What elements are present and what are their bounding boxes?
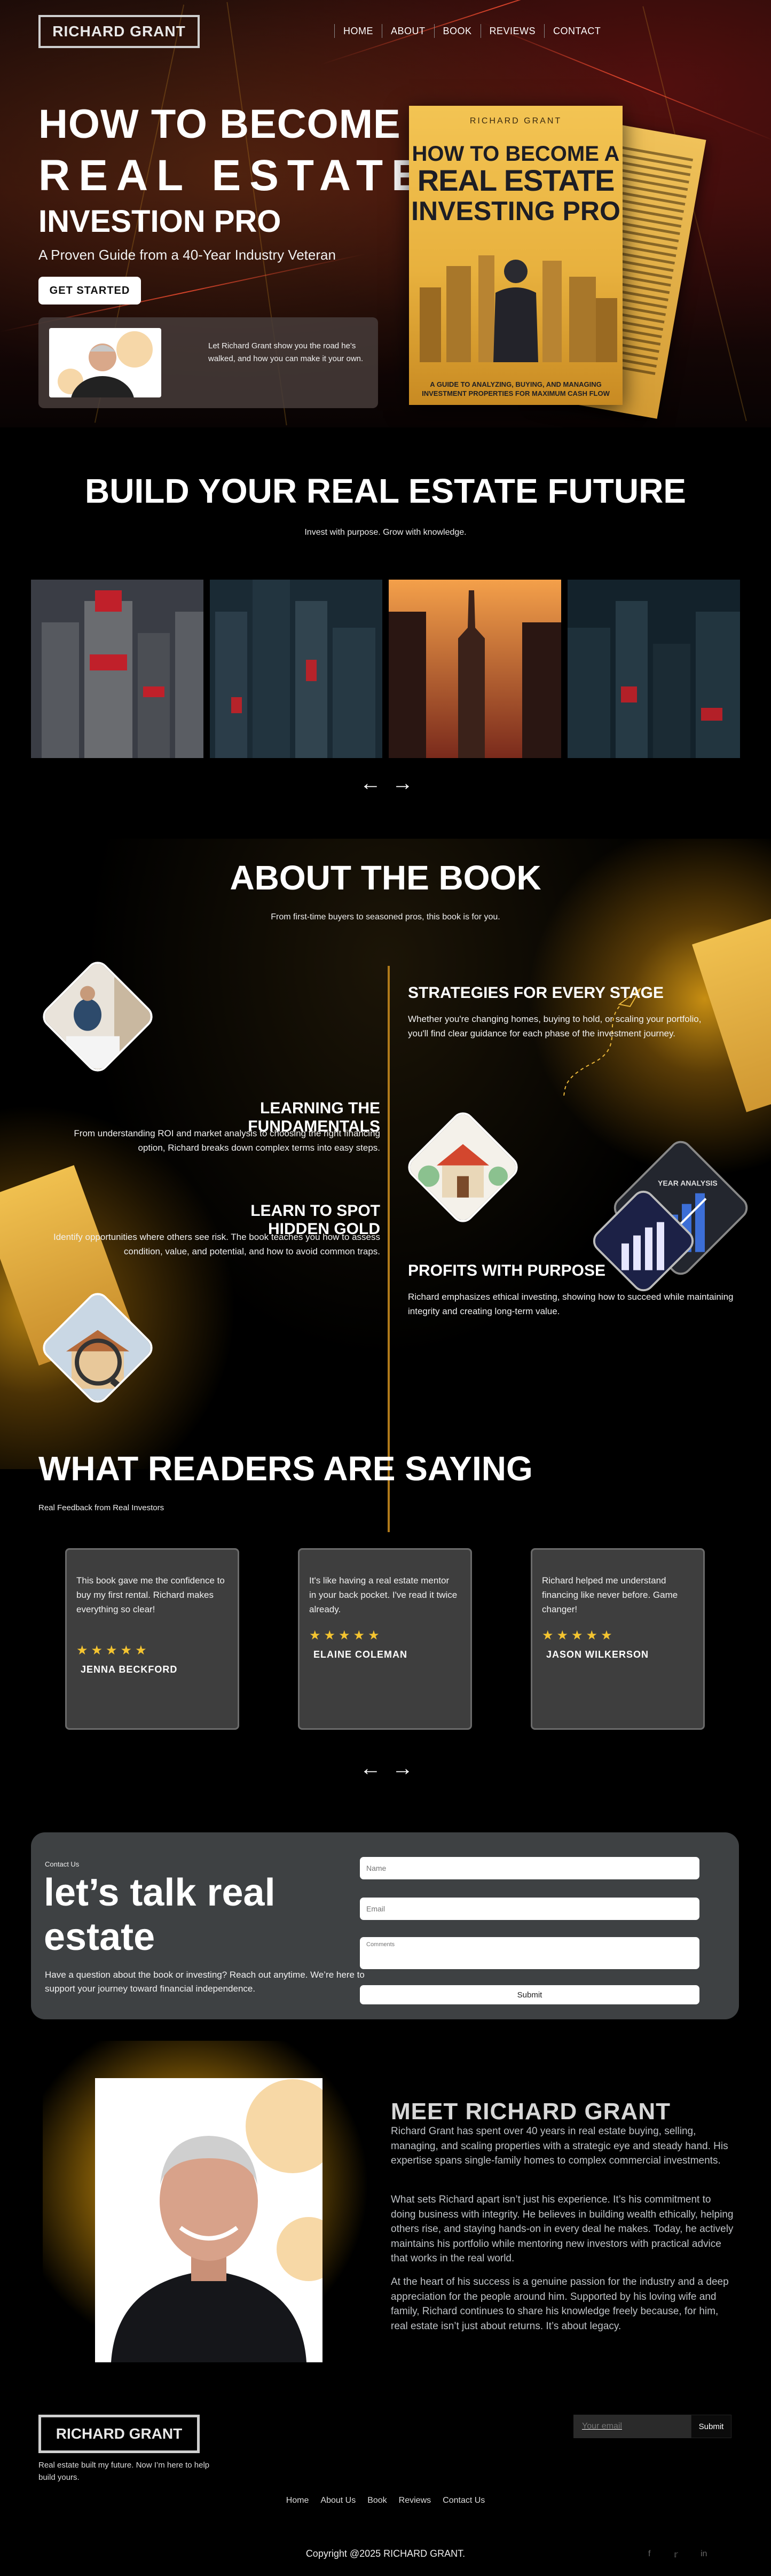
gallery-next-arrow-icon[interactable]: → [392, 772, 413, 794]
author-intro-card: Let Richard Grant show you the road he's… [38, 317, 378, 408]
copyright-text: Copyright @2025 RICHARD GRANT. [305, 2548, 466, 2559]
book-title-line3: INVESTING PRO [411, 196, 620, 226]
name-field[interactable] [360, 1857, 699, 1879]
author-card-text: Let Richard Grant show you the road he's… [208, 341, 364, 363]
book-author: RICHARD GRANT [469, 116, 562, 126]
footer-link-reviews[interactable]: Reviews [399, 2496, 431, 2505]
footer-link-home[interactable]: Home [286, 2496, 309, 2505]
about-divider-line [388, 966, 390, 1532]
star-rating-icon: ★★★★★ [309, 1628, 383, 1643]
nav-contact[interactable]: CONTACT [545, 26, 609, 37]
review-author: JASON WILKERSON [546, 1649, 649, 1660]
star-rating-icon: ★★★★★ [76, 1643, 150, 1658]
contact-eyebrow: Contact Us [45, 1860, 80, 1868]
nav-reviews[interactable]: REVIEWS [481, 26, 545, 37]
feature-title-profits: PROFITS WITH PURPOSE [408, 1262, 606, 1279]
nav-home[interactable]: HOME [335, 26, 382, 37]
nav-book[interactable]: BOOK [435, 26, 481, 37]
contact-description: Have a question about the book or invest… [45, 1970, 365, 1994]
meet-title: MEET RICHARD GRANT [391, 2098, 671, 2125]
contact-heading-line1: let’s talk real [44, 1871, 276, 1914]
richard-grant-portrait [95, 2078, 322, 2362]
footer-tagline: Real estate built my future. Now I’m her… [38, 2461, 210, 2482]
newsletter-email-input[interactable] [573, 2415, 691, 2438]
main-nav: HOME ABOUT BOOK REVIEWS CONTACT [334, 24, 609, 38]
get-started-button[interactable]: GET STARTED [38, 277, 141, 305]
book-title-line2: REAL ESTATE [417, 163, 615, 197]
star-rating-icon: ★★★★★ [542, 1628, 616, 1643]
email-field[interactable] [360, 1898, 699, 1920]
review-quote: It's like having a real estate mentor in… [309, 1575, 458, 1615]
review-author: ELAINE COLEMAN [313, 1649, 407, 1660]
review-author: JENNA BECKFORD [81, 1664, 178, 1675]
gallery-image [31, 580, 203, 758]
feature-text-profits: Richard emphasizes ethical investing, sh… [408, 1292, 734, 1317]
about-subtitle: From first-time buyers to seasoned pros,… [271, 912, 500, 922]
nav-about[interactable]: ABOUT [382, 26, 434, 37]
gallery-image [389, 580, 561, 758]
author-thumbnail [49, 328, 161, 397]
gallery-image [210, 580, 382, 758]
build-title: BUILD YOUR REAL ESTATE FUTURE [85, 472, 686, 510]
reviews-title: WHAT READERS ARE SAYING [38, 1449, 533, 1488]
feature-title-strategies: STRATEGIES FOR EVERY STAGE [408, 984, 664, 1002]
hero-subtitle: A Proven Guide from a 40-Year Industry V… [38, 247, 336, 263]
review-card: It's like having a real estate mentor in… [298, 1548, 472, 1730]
review-card: Richard helped me understand financing l… [531, 1548, 705, 1730]
book-title-line1: HOW TO BECOME A [412, 142, 620, 166]
footer-links: Home About Us Book Reviews Contact Us [0, 2496, 771, 2505]
twitter-icon[interactable]: 𝕣 [674, 2549, 678, 2560]
gallery-image [568, 580, 740, 758]
gallery-prev-arrow-icon[interactable]: ← [360, 772, 381, 794]
hero-title-line3: INVESTION PRO [38, 204, 281, 239]
meet-paragraph-2: What sets Richard apart isn’t just his e… [391, 2194, 734, 2265]
feature-text-fundamentals: From understanding ROI and market analys… [74, 1128, 380, 1153]
contact-submit-button[interactable]: Submit [360, 1985, 699, 2004]
book-cover: RICHARD GRANT HOW TO BECOME A REAL ESTAT… [409, 106, 623, 405]
footer-link-book[interactable]: Book [367, 2496, 387, 2505]
reviews-subtitle: Real Feedback from Real Investors [38, 1503, 164, 1512]
review-card: This book gave me the confidence to buy … [65, 1548, 239, 1730]
book-footer-text: A GUIDE TO ANALYZING, BUYING, AND MANAGI… [422, 380, 610, 397]
footer-link-contact[interactable]: Contact Us [443, 2496, 485, 2505]
comments-field[interactable] [360, 1937, 699, 1969]
about-title: ABOUT THE BOOK [230, 858, 541, 897]
meet-paragraph-1: Richard Grant has spent over 40 years in… [391, 2126, 728, 2167]
hero-title-line2: REAL ESTATE [38, 151, 429, 200]
footer-logo[interactable]: RICHARD GRANT [38, 2415, 200, 2453]
year-analysis-label: YEAR ANALYSIS [658, 1179, 718, 1188]
contact-heading-line2: estate [44, 1915, 155, 1958]
newsletter-submit-button[interactable]: Submit [691, 2415, 731, 2438]
header-logo[interactable]: RICHARD GRANT [38, 15, 200, 48]
hero-title-line1: HOW TO BECOME A [38, 102, 441, 147]
build-subtitle: Invest with purpose. Grow with knowledge… [304, 528, 467, 537]
reviews-prev-arrow-icon[interactable]: ← [360, 1758, 381, 1779]
review-quote: This book gave me the confidence to buy … [76, 1575, 225, 1615]
feature-text-strategies: Whether you're changing homes, buying to… [408, 1014, 702, 1039]
meet-paragraph-3: At the heart of his success is a genuine… [391, 2276, 729, 2332]
reviews-next-arrow-icon[interactable]: → [392, 1758, 413, 1779]
facebook-icon[interactable]: f [648, 2549, 650, 2559]
feature-text-hidden-gold: Identify opportunities where others see … [53, 1232, 380, 1257]
linkedin-icon[interactable]: in [701, 2549, 707, 2559]
contact-heading: let’s talk real estate [44, 1871, 276, 1960]
review-quote: Richard helped me understand financing l… [542, 1575, 678, 1615]
footer-link-about[interactable]: About Us [320, 2496, 356, 2505]
book-city-illustration [420, 255, 617, 362]
